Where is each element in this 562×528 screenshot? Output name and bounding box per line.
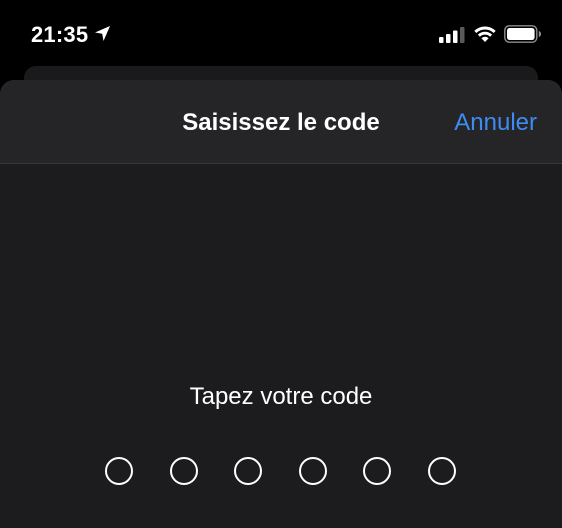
passcode-dot bbox=[428, 457, 456, 485]
wifi-icon bbox=[474, 26, 496, 42]
status-time: 21:35 bbox=[31, 22, 89, 47]
passcode-dot bbox=[234, 457, 262, 485]
passcode-dot bbox=[105, 457, 133, 485]
cellular-signal-icon bbox=[439, 27, 465, 43]
location-arrow-icon bbox=[95, 26, 110, 41]
battery-icon bbox=[504, 25, 541, 43]
passcode-indicator[interactable] bbox=[0, 457, 562, 485]
passcode-dot bbox=[299, 457, 327, 485]
passcode-dot bbox=[363, 457, 391, 485]
status-bar: 21:35 bbox=[0, 0, 562, 66]
cancel-button[interactable]: Annuler bbox=[454, 109, 537, 137]
passcode-dot bbox=[170, 457, 198, 485]
passcode-sheet: Saisissez le code Annuler Tapez votre co… bbox=[0, 80, 562, 528]
nav-bar: Saisissez le code Annuler bbox=[0, 80, 562, 164]
screen: 21:35 Saisissez le code Annuler Tapez vo… bbox=[0, 0, 562, 528]
passcode-prompt: Tapez votre code bbox=[189, 383, 373, 410]
